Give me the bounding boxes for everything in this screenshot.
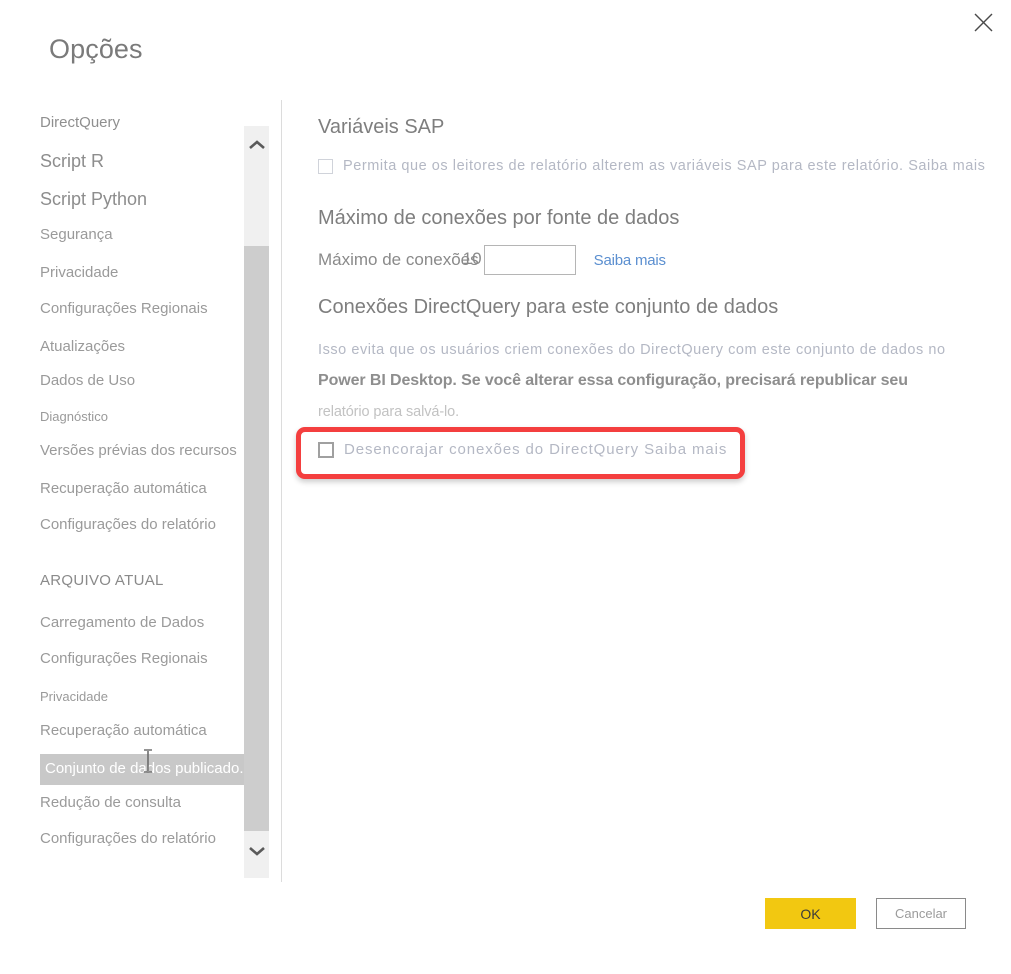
chevron-up-icon[interactable]	[244, 132, 269, 158]
sidebar-item-configuracoes-regionais[interactable]: Configurações Regionais	[40, 300, 208, 318]
panel-divider	[281, 100, 282, 882]
directquery-desc-line-3: relatório para salvá-lo.	[318, 404, 460, 420]
sap-variables-checkbox[interactable]	[318, 158, 333, 174]
sidebar-item-carregamento-de-dados[interactable]: Carregamento de Dados	[40, 614, 204, 632]
nav-scrollbar[interactable]	[244, 126, 269, 878]
max-connections-learn-more-link[interactable]: Saiba mais	[594, 252, 666, 269]
options-dialog: Opções DirectQuery Script R Script Python S…	[0, 0, 1011, 974]
sidebar-item-script-r[interactable]: Script R	[40, 152, 104, 170]
page-title: Opções	[49, 34, 143, 64]
discourage-directquery-checkbox[interactable]	[318, 441, 334, 458]
directquery-section-title: Conexões DirectQuery para este conjunto …	[318, 296, 779, 318]
sidebar-item-dados-de-uso[interactable]: Dados de Uso	[40, 372, 135, 390]
sidebar-item-configuracoes-do-relatorio[interactable]: Configurações do relatório	[40, 516, 216, 534]
sidebar-item-configuracoes-do-relatorio[interactable]: Configurações do relatório	[40, 830, 216, 848]
sidebar-item-recuperacao-automatica[interactable]: Recuperação automática	[40, 480, 207, 498]
sidebar-item-reducao-de-consulta[interactable]: Redução de consulta	[40, 794, 181, 812]
sidebar-item-script-python[interactable]: Script Python	[40, 190, 147, 208]
chevron-down-icon[interactable]	[244, 838, 269, 864]
cancel-button[interactable]: Cancelar	[876, 898, 966, 929]
max-connections-input[interactable]: 10	[463, 245, 576, 275]
max-connections-section-title: Máximo de conexões por fonte de dados	[318, 207, 680, 229]
ok-button[interactable]: OK	[765, 898, 856, 929]
max-connections-value: 10	[462, 249, 482, 268]
sap-checkbox-label: Permita que os leitores de relatório alt…	[343, 158, 986, 174]
directquery-checkbox-row[interactable]: Desencorajar conexões do DirectQuery Sai…	[318, 441, 727, 458]
sidebar-item-privacidade[interactable]: Privacidade	[40, 264, 118, 282]
options-nav-list: DirectQuery Script R Script Python Seguranç…	[40, 104, 270, 884]
sidebar-item-seguranca[interactable]: Segurança	[40, 226, 113, 244]
options-content-pane: Variáveis SAP Permita que os leitores de…	[296, 104, 1011, 864]
sidebar-item-conjunto-de-dados-publicado[interactable]: Conjunto de dados publicado...	[40, 754, 260, 785]
max-connections-label: Máximo de conexões	[318, 250, 479, 269]
directquery-desc-line-2: Power BI Desktop. Se você alterar essa c…	[318, 372, 908, 389]
sap-section-title: Variáveis SAP	[318, 116, 445, 138]
sidebar-section-header-current-file: ARQUIVO ATUAL	[40, 572, 164, 589]
sidebar-item-versoes-previas-dos-recursos[interactable]: Versões prévias dos recursos	[40, 442, 237, 460]
sidebar-item-diagnostico[interactable]: Diagnóstico	[40, 408, 108, 426]
sidebar-item-recuperacao-automatica[interactable]: Recuperação automática	[40, 722, 207, 740]
discourage-directquery-label: Desencorajar conexões do DirectQuery Sai…	[344, 441, 728, 458]
sap-checkbox-row[interactable]: Permita que os leitores de relatório alt…	[318, 158, 985, 174]
nav-scrollbar-thumb[interactable]	[244, 246, 269, 831]
sidebar-item-directquery[interactable]: DirectQuery	[40, 114, 120, 132]
sidebar-item-configuracoes-regionais[interactable]: Configurações Regionais	[40, 650, 208, 668]
directquery-desc-line-1: Isso evita que os usuários criem conexõe…	[318, 342, 946, 358]
sidebar-item-privacidade[interactable]: Privacidade	[40, 688, 108, 706]
sidebar-item-atualizacoes[interactable]: Atualizações	[40, 338, 125, 356]
close-icon[interactable]	[961, 4, 1005, 40]
max-connections-row: Máximo de conexões 10 Saiba mais	[318, 245, 666, 275]
